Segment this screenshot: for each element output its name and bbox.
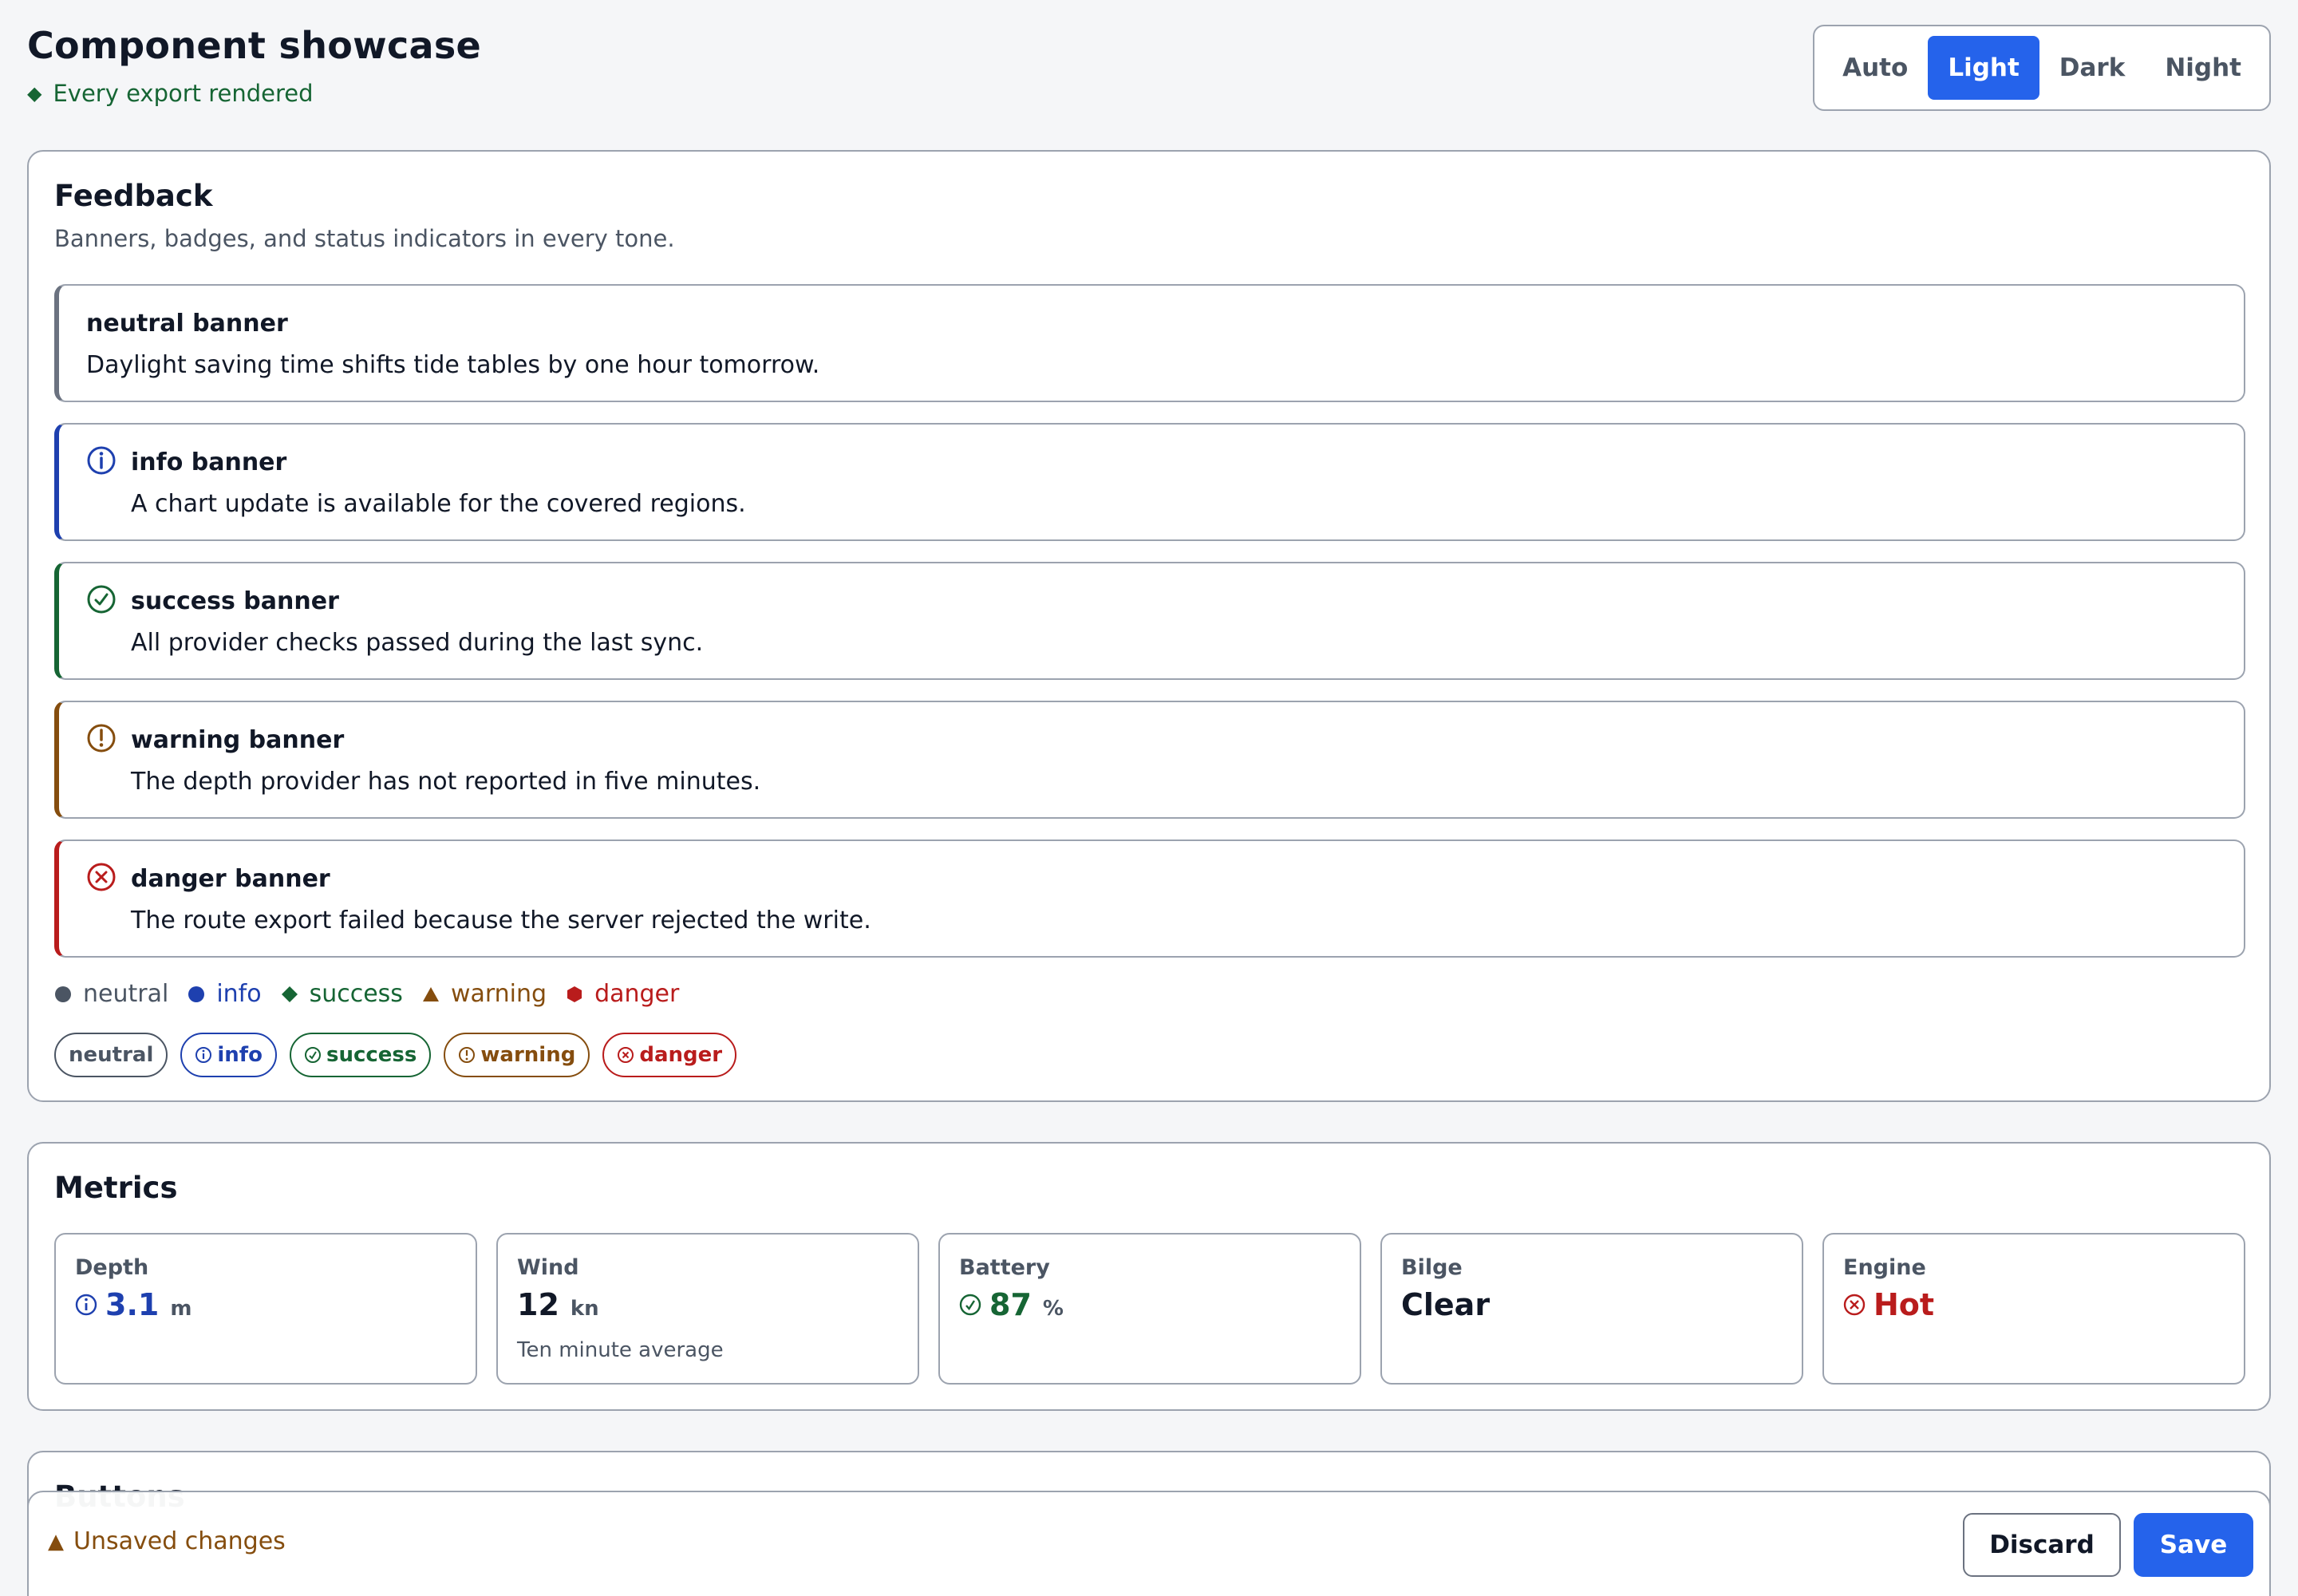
page-title: Component showcase (27, 24, 482, 67)
metric-value: 3.1 m (75, 1287, 192, 1322)
info-circle-icon (87, 446, 116, 475)
badge-info: info (180, 1033, 277, 1077)
info-circle-icon (195, 1047, 212, 1063)
theme-option-night[interactable]: Night (2145, 36, 2261, 100)
feedback-title: Feedback (54, 179, 213, 213)
metric-number: 3.1 (105, 1287, 160, 1322)
status-legend: neutral info success warning danger (54, 980, 698, 1008)
success-diamond-icon: ◆ (27, 82, 42, 105)
badge-row: neutral info success warning danger (54, 1033, 737, 1077)
banner-text: All provider checks passed during the la… (131, 629, 704, 657)
check-circle-icon (959, 1294, 981, 1316)
banner-title: danger banner (131, 865, 330, 893)
legend-item-success: success (281, 980, 403, 1008)
legend-item-info: info (188, 980, 262, 1008)
metric-unit: % (1042, 1297, 1064, 1321)
banner-title: success banner (131, 587, 339, 615)
metric-number: Clear (1401, 1287, 1491, 1322)
metric-battery: Battery 87 % (938, 1233, 1361, 1385)
banner-success: success banner All provider checks passe… (54, 562, 2245, 680)
info-dot-icon (188, 986, 205, 1002)
feedback-subtitle: Banners, badges, and status indicators i… (54, 225, 675, 252)
metric-engine: Engine Hot (1822, 1233, 2245, 1385)
banner-danger: danger banner The route export failed be… (54, 839, 2245, 958)
banner-text: The route export failed because the serv… (131, 907, 871, 934)
banner-title: neutral banner (86, 310, 288, 338)
banner-neutral: neutral banner Daylight saving time shif… (54, 284, 2245, 402)
metric-label: Depth (75, 1255, 149, 1280)
unsaved-message: ▲ Unsaved changes (48, 1527, 286, 1555)
page-header: Component showcase ◆ Every export render… (27, 24, 481, 107)
banner-warning: warning banner The depth provider has no… (54, 701, 2245, 819)
banner-text: The depth provider has not reported in f… (131, 768, 761, 796)
metric-note: Ten minute average (517, 1338, 724, 1362)
metric-depth: Depth 3.1 m (54, 1233, 477, 1385)
banner-title: info banner (131, 448, 287, 476)
metric-value: Hot (1843, 1287, 1934, 1322)
theme-switcher: Auto Light Dark Night (1813, 25, 2271, 111)
metric-label: Wind (517, 1255, 579, 1280)
x-circle-icon (1843, 1294, 1866, 1316)
banner-text: Daylight saving time shifts tide tables … (86, 351, 820, 379)
badge-danger: danger (602, 1033, 737, 1077)
theme-option-light[interactable]: Light (1928, 36, 2039, 100)
banner-info: info banner A chart update is available … (54, 423, 2245, 541)
feedback-card: Feedback Banners, badges, and status ind… (27, 150, 2271, 1102)
check-circle-icon (87, 585, 116, 614)
metric-label: Battery (959, 1255, 1050, 1280)
theme-option-dark[interactable]: Dark (2039, 36, 2146, 100)
banner-title: warning banner (131, 726, 345, 754)
legend-item-neutral: neutral (54, 980, 168, 1008)
save-button[interactable]: Save (2134, 1513, 2253, 1577)
page-status-text: Every export rendered (53, 80, 314, 107)
x-circle-icon (618, 1047, 634, 1063)
unsaved-changes-bar: ▲ Unsaved changes Discard Save (27, 1491, 2271, 1596)
page: Component showcase ◆ Every export render… (0, 0, 2298, 1596)
badge-success: success (289, 1033, 432, 1077)
metric-value: Clear (1401, 1287, 1490, 1322)
metric-number: 12 (517, 1287, 559, 1322)
danger-hexagon-icon (567, 986, 582, 1002)
metric-label: Engine (1843, 1255, 1926, 1280)
metric-wind: Wind 12 kn Ten minute average (496, 1233, 919, 1385)
badge-warning: warning (444, 1033, 590, 1077)
metric-unit: kn (570, 1297, 599, 1321)
metric-value: 87 % (959, 1287, 1064, 1322)
info-circle-icon (75, 1294, 97, 1316)
exclamation-circle-icon (87, 724, 116, 753)
warning-triangle-icon: ▲ (48, 1529, 64, 1554)
metric-unit: m (170, 1297, 192, 1321)
metric-number: 87 (989, 1287, 1032, 1322)
check-circle-icon (304, 1047, 321, 1063)
metric-label: Bilge (1401, 1255, 1463, 1280)
metric-value: 12 kn (517, 1287, 599, 1322)
metric-number: Hot (1874, 1287, 1935, 1322)
discard-button[interactable]: Discard (1963, 1513, 2121, 1577)
theme-option-auto[interactable]: Auto (1822, 36, 1928, 100)
success-diamond-icon (281, 986, 298, 1002)
legend-item-danger: danger (566, 980, 679, 1008)
neutral-dot-icon (55, 986, 71, 1002)
page-status: ◆ Every export rendered (27, 80, 481, 107)
x-circle-icon (87, 863, 116, 891)
warning-triangle-icon (422, 986, 439, 1001)
metrics-title: Metrics (54, 1171, 178, 1205)
banner-text: A chart update is available for the cove… (131, 490, 746, 518)
legend-item-warning: warning (422, 980, 547, 1008)
metrics-card: Metrics Depth 3.1 m Wind 12 kn Ten minut… (27, 1142, 2271, 1411)
exclamation-circle-icon (459, 1047, 476, 1063)
metric-bilge: Bilge Clear (1380, 1233, 1803, 1385)
badge-neutral: neutral (54, 1033, 168, 1077)
